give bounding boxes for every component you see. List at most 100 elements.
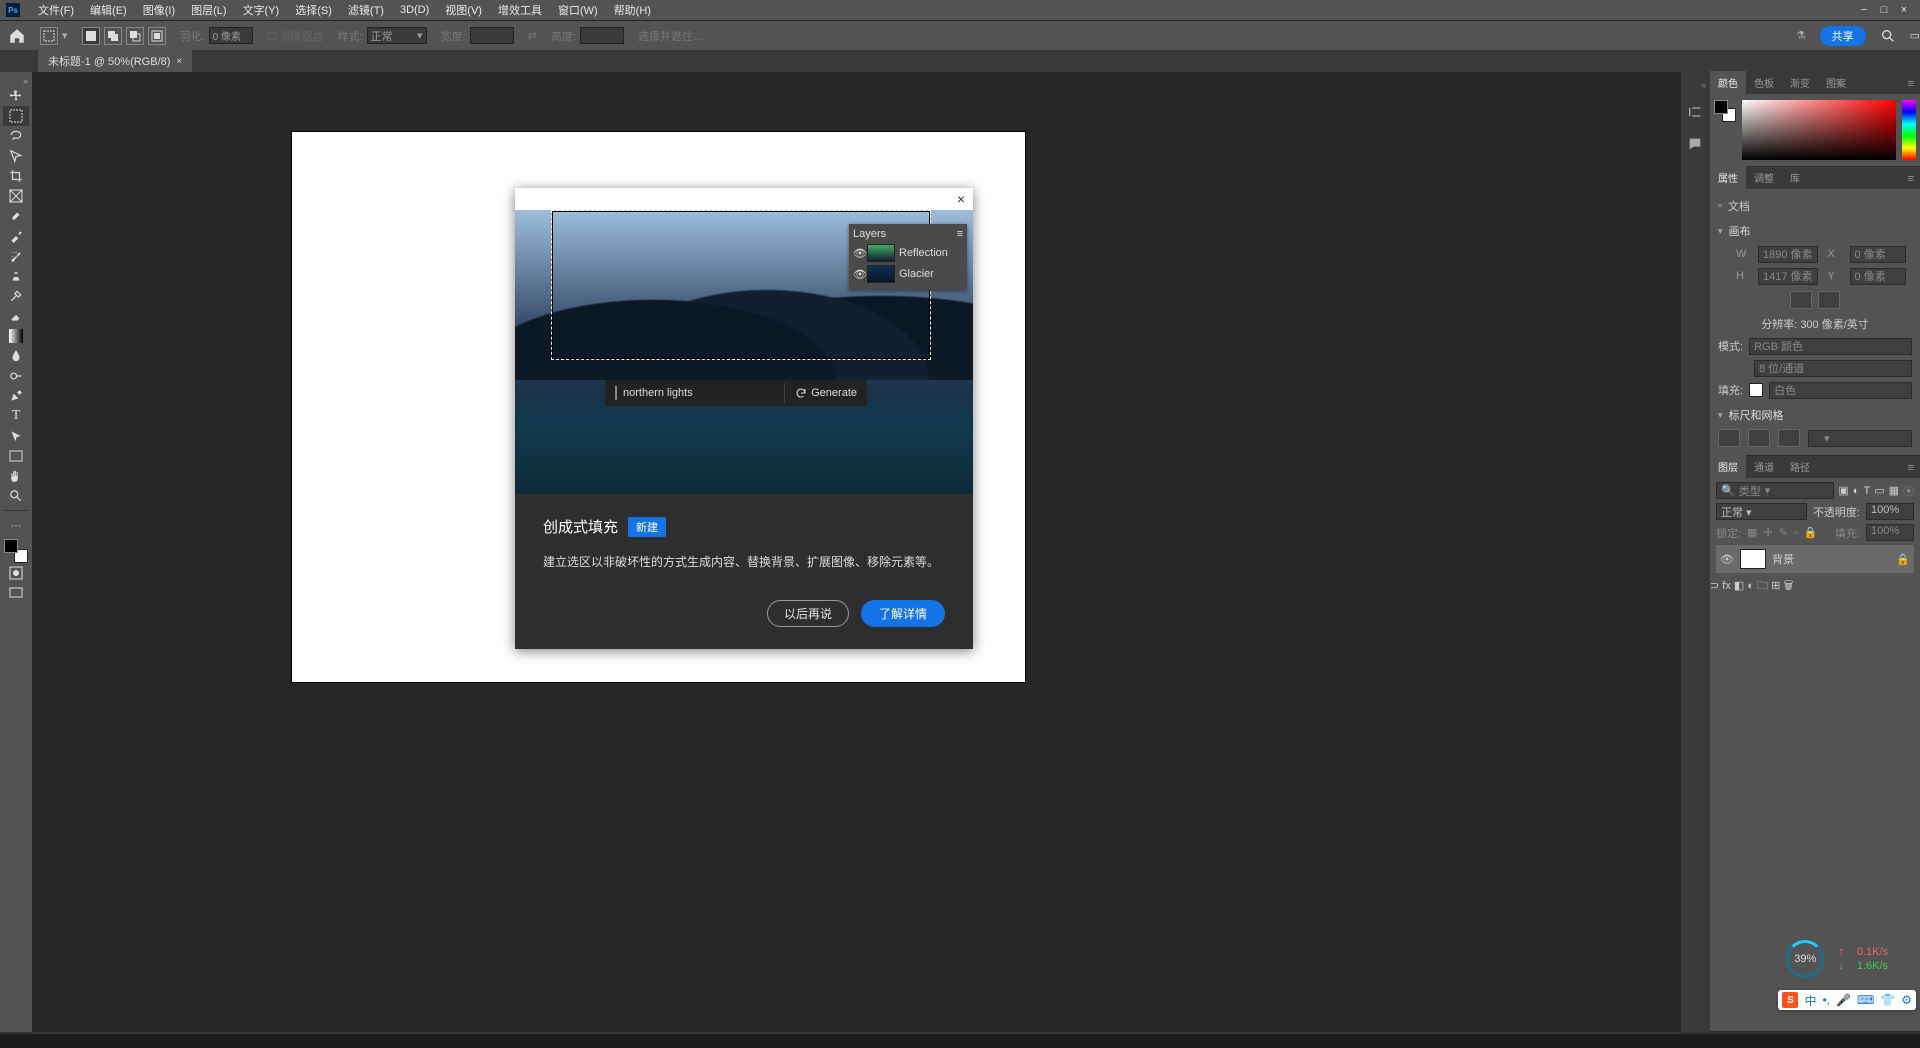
hand-tool[interactable] (3, 466, 29, 486)
lock-transparent-icon[interactable]: ▫ (1794, 527, 1798, 539)
section-guides[interactable]: 标尺和网格 (1718, 407, 1912, 423)
window-restore[interactable]: □ (1874, 4, 1894, 16)
fill-opacity-input[interactable]: 100% (1866, 524, 1914, 541)
panel-menu-icon[interactable]: ≡ (1902, 458, 1920, 478)
ime-skin-icon[interactable]: 👕 (1880, 993, 1895, 1007)
path-selection-tool[interactable] (3, 426, 29, 446)
marquee-tool-preset-icon[interactable] (40, 27, 58, 45)
guides-select[interactable]: ▾ (1808, 430, 1912, 447)
ime-toolbar[interactable]: S 中 •, 🎤 ⌨ 👕 ⚙ (1778, 990, 1916, 1010)
tab-adjustments[interactable]: 调整 (1746, 166, 1782, 189)
opacity-input[interactable]: 100% (1866, 503, 1914, 520)
lock-all-icon[interactable]: ▦ (1747, 526, 1757, 539)
link-layers-icon[interactable]: ⊃ (1710, 580, 1719, 592)
rectangular-marquee-tool[interactable] (3, 106, 29, 126)
tab-libraries[interactable]: 库 (1782, 166, 1808, 189)
layer-name[interactable]: 背景 (1772, 551, 1794, 567)
mode-select[interactable]: RGB 颜色 (1749, 338, 1912, 355)
filter-smart-icon[interactable]: ▦ (1889, 484, 1899, 497)
style-select[interactable]: 正常 ▾ (367, 27, 427, 44)
adjustment-layer-icon[interactable]: ◐ (1747, 580, 1754, 592)
section-canvas[interactable]: 画布 (1718, 223, 1912, 239)
color-swatches[interactable] (4, 539, 28, 563)
ime-voice-icon[interactable]: 🎤 (1836, 993, 1851, 1007)
panel-menu-icon[interactable]: ≡ (1902, 74, 1920, 94)
guides-icon[interactable] (1778, 429, 1800, 447)
ime-punct-icon[interactable]: •, (1822, 993, 1830, 1007)
grid-icon[interactable] (1748, 429, 1770, 447)
brush-settings-icon[interactable] (1687, 104, 1705, 122)
learn-more-button[interactable]: 了解详情 (861, 600, 945, 627)
tab-properties[interactable]: 属性 (1710, 166, 1746, 189)
layer-fx-icon[interactable]: fx (1722, 580, 1731, 592)
network-monitor-widget[interactable]: 39% ↑ 0.1K/s ↓ 1.6K/s (1786, 940, 1888, 978)
tab-paths[interactable]: 路径 (1782, 455, 1818, 478)
screen-mode-icon[interactable] (3, 583, 29, 603)
swap-wh-icon[interactable]: ⇄ (528, 29, 537, 42)
history-brush-tool[interactable] (3, 286, 29, 306)
dodge-tool[interactable] (3, 366, 29, 386)
home-icon[interactable] (8, 27, 26, 45)
filter-toggle-icon[interactable]: ⦿ (1903, 483, 1914, 499)
hue-slider[interactable] (1902, 100, 1916, 160)
orientation-portrait-button[interactable] (1790, 291, 1812, 309)
menu-view[interactable]: 视图(V) (437, 2, 490, 18)
link-wh-icon[interactable]: ⊃ (10, 248, 19, 261)
menu-select[interactable]: 选择(S) (287, 2, 340, 18)
fill-swatch[interactable] (1749, 383, 1763, 397)
filter-pixel-icon[interactable]: ▣ (1838, 484, 1848, 497)
document-tab[interactable]: 未标题-1 @ 50%(RGB/8) × (38, 50, 192, 72)
cloud-docs-icon[interactable]: ⚗ (1796, 29, 1806, 42)
fg-bg-swatch[interactable] (1714, 100, 1736, 122)
share-button[interactable]: 共享 (1820, 26, 1866, 46)
ime-toolbox-icon[interactable]: ⚙ (1901, 993, 1912, 1007)
feather-input[interactable]: 0 像素 (209, 27, 253, 44)
fill-value[interactable]: 白色 (1769, 382, 1912, 399)
taskbar[interactable] (0, 1034, 1920, 1048)
lasso-tool[interactable] (3, 126, 29, 146)
antialias-checkbox[interactable]: ☐ 消除锯齿 (267, 28, 324, 44)
layer-row[interactable]: 👁 背景 🔒 (1716, 545, 1914, 573)
selection-mode-buttons[interactable] (82, 27, 166, 45)
x-value[interactable]: 0 像素 (1850, 246, 1906, 263)
group-layers-icon[interactable]: 🗀 (1757, 580, 1768, 592)
menu-edit[interactable]: 编辑(E) (82, 2, 135, 18)
quick-selection-tool[interactable] (3, 146, 29, 166)
close-icon[interactable]: × (957, 191, 965, 207)
search-icon[interactable] (1880, 28, 1896, 44)
orientation-landscape-button[interactable] (1818, 291, 1840, 309)
layer-mask-icon[interactable]: ◧ (1734, 580, 1744, 592)
menu-filter[interactable]: 滤镜(T) (340, 2, 392, 18)
type-tool[interactable]: T (3, 406, 29, 426)
ime-lang[interactable]: 中 (1804, 992, 1816, 1009)
edit-toolbar-icon[interactable]: ⋯ (3, 515, 29, 535)
ime-keyboard-icon[interactable]: ⌨ (1857, 993, 1874, 1007)
crop-tool[interactable] (3, 166, 29, 186)
y-value[interactable]: 0 像素 (1850, 268, 1906, 285)
menu-3d[interactable]: 3D(D) (392, 4, 437, 16)
tab-color[interactable]: 颜色 (1710, 71, 1746, 94)
width-value[interactable]: 1890 像素 (1758, 246, 1818, 263)
pen-tool[interactable] (3, 386, 29, 406)
rectangle-tool[interactable] (3, 446, 29, 466)
blur-tool[interactable] (3, 346, 29, 366)
filter-adjust-icon[interactable]: ◐ (1853, 485, 1860, 497)
frame-tool[interactable] (3, 186, 29, 206)
tab-channels[interactable]: 通道 (1746, 455, 1782, 478)
gradient-tool[interactable] (3, 326, 29, 346)
blend-mode-select[interactable]: 正常 ▾ (1716, 503, 1807, 520)
eraser-tool[interactable] (3, 306, 29, 326)
lock-position-icon[interactable]: ✛ (1763, 526, 1772, 539)
visibility-icon[interactable]: 👁 (1720, 553, 1734, 566)
move-tool[interactable] (3, 86, 29, 106)
tab-patterns[interactable]: 图案 (1818, 71, 1854, 94)
filter-type-icon[interactable]: T (1863, 485, 1870, 497)
layer-thumbnail[interactable] (1740, 549, 1766, 569)
spot-healing-brush-tool[interactable] (3, 226, 29, 246)
new-layer-icon[interactable]: ⊞ (1771, 580, 1780, 592)
close-tab-icon[interactable]: × (176, 56, 182, 67)
menu-file[interactable]: 文件(F) (30, 2, 82, 18)
panel-menu-icon[interactable]: ≡ (1902, 169, 1920, 189)
clone-stamp-tool[interactable] (3, 266, 29, 286)
color-picker-ramp[interactable] (1742, 100, 1896, 160)
